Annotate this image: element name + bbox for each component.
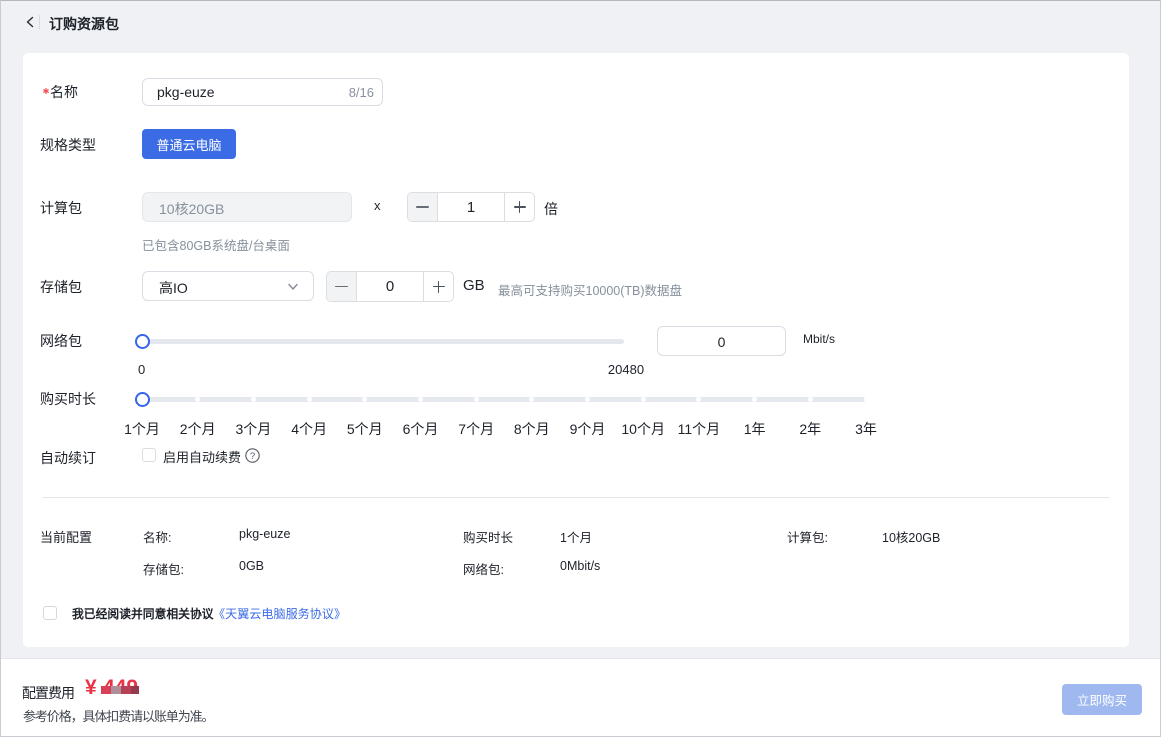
svg-text:?: ?: [250, 451, 255, 462]
